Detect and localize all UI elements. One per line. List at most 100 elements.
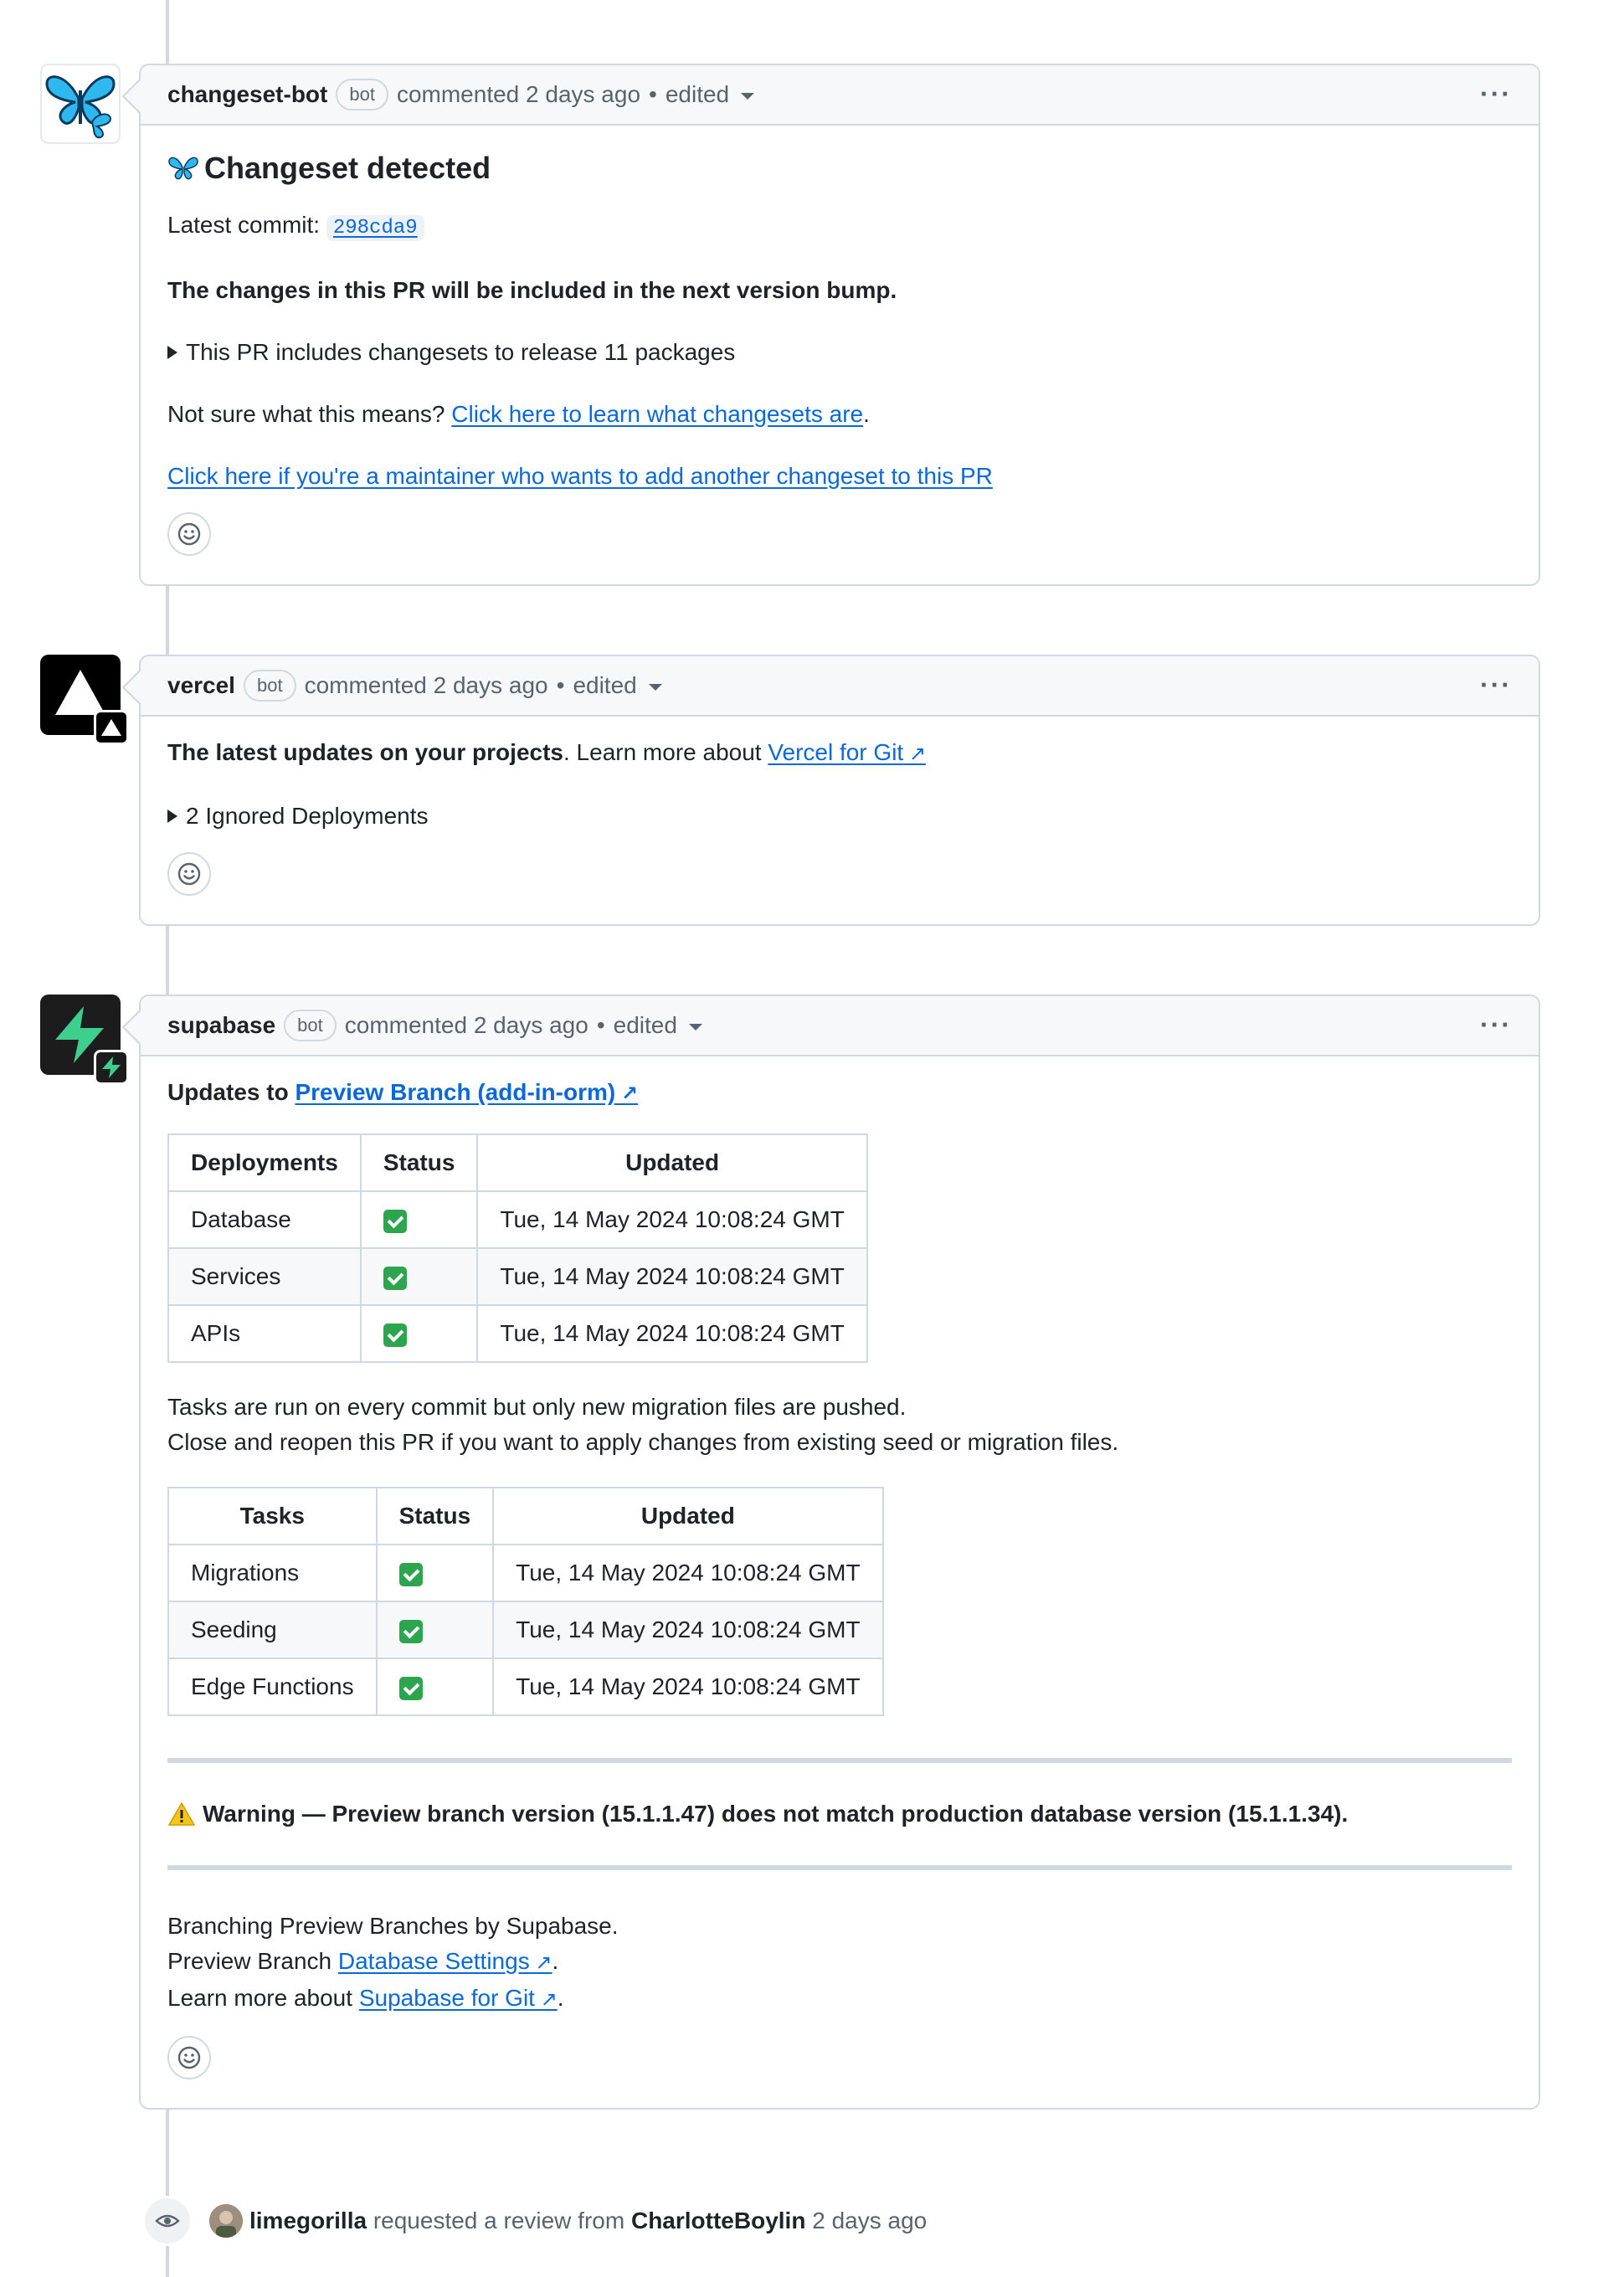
check-icon xyxy=(383,1266,407,1290)
table-cell xyxy=(375,1658,495,1716)
edited-dropdown[interactable]: edited xyxy=(665,81,755,108)
comment-vercel: vercel bot commented 2 days ago • edited… xyxy=(139,655,1540,926)
comment-changeset-bot: changeset-bot bot commented 2 days ago •… xyxy=(139,64,1540,586)
kebab-horizontal-icon[interactable]: ··· xyxy=(1480,671,1512,698)
comment-author[interactable]: supabase xyxy=(167,1012,275,1039)
supabase-footer: Branching Preview Branches by Supabase. … xyxy=(167,1909,1512,2017)
not-sure-line: Not sure what this means? Click here to … xyxy=(167,401,870,427)
event-text: limegorilla requested a review from Char… xyxy=(249,2208,927,2234)
comment-timestamp[interactable]: commented 2 days ago xyxy=(397,81,640,108)
changeset-title: Changeset detected xyxy=(204,151,491,185)
table-header: Updated xyxy=(476,1133,868,1192)
table-cell: Tue, 14 May 2024 10:08:24 GMT xyxy=(476,1304,868,1363)
table-cell xyxy=(359,1247,479,1306)
table-header: Status xyxy=(359,1133,479,1192)
table-cell: Tue, 14 May 2024 10:08:24 GMT xyxy=(476,1190,868,1249)
check-icon xyxy=(383,1323,407,1347)
supabase-mini-icon xyxy=(94,1050,129,1085)
event-time[interactable]: 2 days ago xyxy=(812,2208,927,2233)
comment-header: changeset-bot bot commented 2 days ago •… xyxy=(141,65,1539,126)
database-settings-link[interactable]: Database Settings xyxy=(338,1948,552,1974)
table-cell: Seeding xyxy=(167,1601,378,1659)
edited-label: edited xyxy=(665,81,730,107)
butterfly-icon xyxy=(168,157,198,180)
details-ignored-deployments[interactable]: 2 Ignored Deployments xyxy=(167,799,1512,834)
event-target-user[interactable]: CharlotteBoylin xyxy=(631,2208,805,2233)
comment-body: Updates to Preview Branch (add-in-orm) D… xyxy=(141,1056,1539,2108)
latest-updates-bold: The latest updates on your projects xyxy=(167,739,563,765)
add-reaction-button[interactable] xyxy=(167,512,211,556)
maintainer-changeset-link[interactable]: Click here if you're a maintainer who wa… xyxy=(167,463,993,489)
comment-header: vercel bot commented 2 days ago • edited… xyxy=(141,656,1539,717)
tasks-note-line: Close and reopen this PR if you want to … xyxy=(167,1429,1119,1455)
commit-sha-link[interactable]: 298cda9 xyxy=(326,215,424,241)
edited-dropdown[interactable]: edited xyxy=(573,672,662,699)
separator-dot: • xyxy=(556,672,565,698)
bot-badge: bot xyxy=(243,670,296,702)
vercel-mini-icon xyxy=(94,710,129,745)
tasks-table: Tasks Status Updated Migrations Tue, 14 … xyxy=(167,1487,884,1716)
table-row: Database Tue, 14 May 2024 10:08:24 GMT xyxy=(167,1190,868,1249)
event-action: requested a review from xyxy=(373,2208,625,2233)
event-user[interactable]: limegorilla xyxy=(249,2208,367,2233)
footer-line: Branching Preview Branches by Supabase. xyxy=(167,1913,619,1939)
table-cell xyxy=(375,1601,495,1659)
table-cell: Database xyxy=(167,1190,362,1249)
bot-badge: bot xyxy=(284,1010,337,1041)
eye-badge xyxy=(142,2196,193,2246)
table-cell: Tue, 14 May 2024 10:08:24 GMT xyxy=(492,1544,884,1602)
footer-prefix: Learn more about xyxy=(167,1985,353,2011)
comment-supabase: supabase bot commented 2 days ago • edit… xyxy=(139,995,1540,2110)
table-row: Services Tue, 14 May 2024 10:08:24 GMT xyxy=(167,1247,868,1306)
learn-changesets-link[interactable]: Click here to learn what changesets are xyxy=(451,401,863,427)
details-summary: This PR includes changesets to release 1… xyxy=(186,339,736,365)
comment-timestamp[interactable]: commented 2 days ago xyxy=(345,1012,588,1039)
bot-badge: bot xyxy=(336,79,388,111)
footer-line: Learn more about Supabase for Git. xyxy=(167,1981,1512,2017)
table-row: Seeding Tue, 14 May 2024 10:08:24 GMT xyxy=(167,1601,884,1659)
table-cell: Tue, 14 May 2024 10:08:24 GMT xyxy=(476,1247,868,1306)
latest-commit-line: Latest commit: 298cda9 xyxy=(167,208,1512,246)
kebab-horizontal-icon[interactable]: ··· xyxy=(1480,80,1512,107)
table-header: Tasks xyxy=(167,1487,378,1545)
warning-icon xyxy=(167,1802,196,1826)
version-bump-note: The changes in this PR will be included … xyxy=(167,277,897,303)
updates-to-line: Updates to Preview Branch (add-in-orm) xyxy=(167,1075,1512,1112)
footer-line: Preview Branch Database Settings. xyxy=(167,1944,1512,1981)
tasks-note-line: Tasks are run on every commit but only n… xyxy=(167,1394,907,1420)
chevron-down-icon xyxy=(688,1023,702,1031)
separator-dot: • xyxy=(596,1012,605,1038)
details-packages[interactable]: This PR includes changesets to release 1… xyxy=(167,335,1512,370)
avatar[interactable] xyxy=(209,2204,243,2238)
edited-label: edited xyxy=(573,672,637,698)
check-icon xyxy=(398,1619,423,1643)
check-icon xyxy=(383,1209,407,1233)
learn-more-text: . Learn more about xyxy=(563,739,762,765)
table-cell xyxy=(359,1190,479,1249)
check-icon xyxy=(398,1562,423,1586)
vercel-avatar[interactable] xyxy=(40,655,129,745)
preview-branch-link[interactable]: Preview Branch (add-in-orm) xyxy=(295,1079,638,1105)
comment-timestamp[interactable]: commented 2 days ago xyxy=(305,672,548,699)
comment-author[interactable]: changeset-bot xyxy=(167,81,327,108)
latest-updates-line: The latest updates on your projects. Lea… xyxy=(167,735,1512,772)
supabase-for-git-link[interactable]: Supabase for Git xyxy=(359,1985,558,2011)
add-reaction-button[interactable] xyxy=(167,2036,211,2079)
add-reaction-button[interactable] xyxy=(167,852,211,896)
table-header: Status xyxy=(375,1487,495,1545)
warning-text: Warning — Preview branch version (15.1.1… xyxy=(203,1801,1349,1827)
smiley-icon xyxy=(177,2046,201,2069)
edited-dropdown[interactable]: edited xyxy=(614,1012,702,1039)
smiley-icon xyxy=(177,862,201,886)
separator-dot: • xyxy=(649,81,657,107)
comment-author[interactable]: vercel xyxy=(167,672,235,699)
comment-header: supabase bot commented 2 days ago • edit… xyxy=(141,996,1539,1056)
latest-commit-label: Latest commit: xyxy=(167,212,321,238)
changeset-bot-avatar[interactable] xyxy=(40,64,121,144)
vercel-for-git-link[interactable]: Vercel for Git xyxy=(768,739,926,765)
divider xyxy=(167,1758,1512,1763)
review-request-event: limegorilla requested a review from Char… xyxy=(142,2193,927,2249)
supabase-avatar[interactable] xyxy=(40,995,129,1085)
kebab-horizontal-icon[interactable]: ··· xyxy=(1480,1011,1512,1038)
butterfly-icon xyxy=(45,75,116,139)
